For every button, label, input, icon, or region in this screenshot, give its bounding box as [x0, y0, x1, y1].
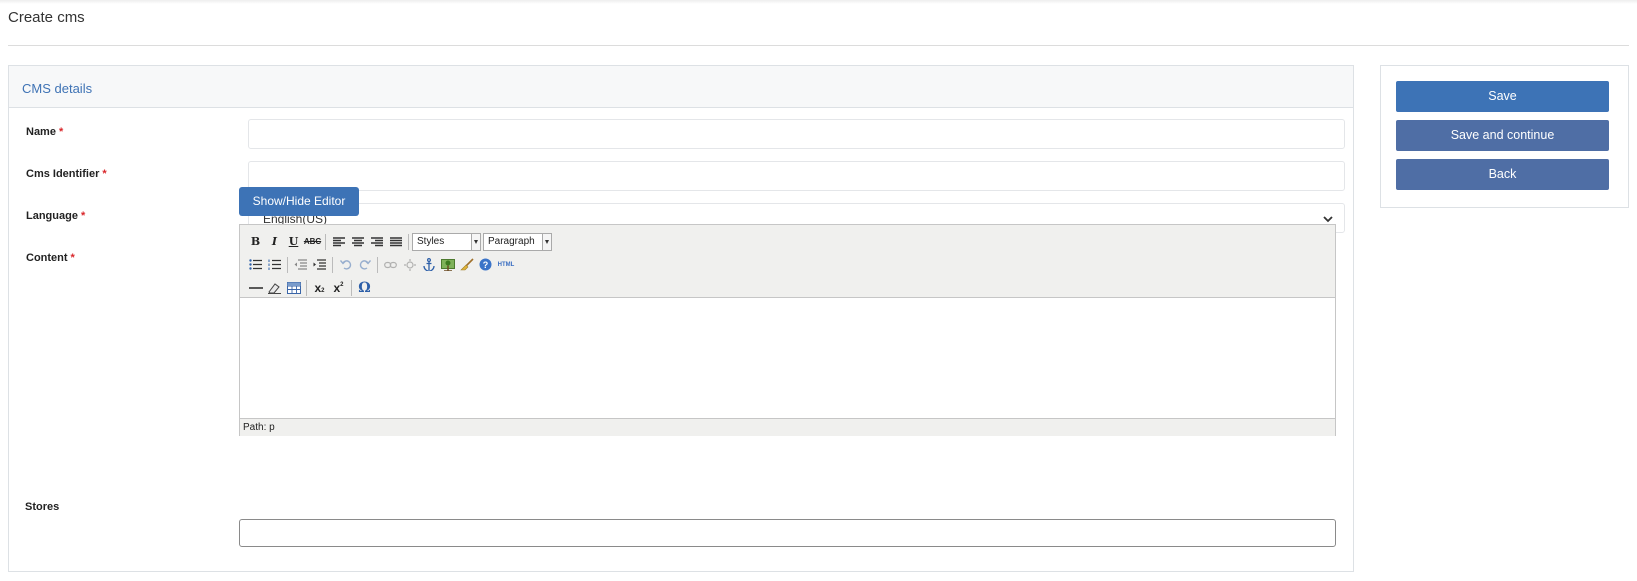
- panel-header: CMS details: [9, 66, 1353, 108]
- required-marker: *: [102, 168, 107, 180]
- special-character-icon[interactable]: Ω: [355, 278, 374, 297]
- format-select[interactable]: Paragraph: [483, 232, 552, 251]
- back-button[interactable]: Back: [1396, 159, 1609, 190]
- strikethrough-icon[interactable]: ABC: [303, 232, 322, 251]
- content-label: Content *: [26, 252, 75, 264]
- page-title: Create cms: [8, 9, 85, 26]
- language-label: Language *: [26, 210, 86, 222]
- toolbar-separator: [306, 279, 307, 296]
- bullet-list-icon[interactable]: [246, 255, 265, 274]
- rich-text-editor: B I U ABC Styles Paragraph ? HTML x 2 x …: [239, 224, 1336, 436]
- required-marker: *: [70, 252, 75, 264]
- toolbar-separator: [408, 233, 409, 250]
- stores-input[interactable]: [239, 519, 1336, 547]
- top-shadow: [0, 0, 1637, 4]
- cms-identifier-input[interactable]: [248, 161, 1345, 191]
- panel-title: CMS details: [22, 81, 93, 96]
- align-left-icon[interactable]: [329, 232, 348, 251]
- align-right-icon[interactable]: [367, 232, 386, 251]
- indent-icon[interactable]: [310, 255, 329, 274]
- help-icon[interactable]: ?: [476, 255, 495, 274]
- save-and-continue-button[interactable]: Save and continue: [1396, 120, 1609, 151]
- unlink-icon[interactable]: [400, 255, 419, 274]
- svg-text:?: ?: [483, 260, 489, 270]
- required-marker: *: [80, 210, 86, 222]
- horizontal-rule-icon[interactable]: [246, 278, 265, 297]
- toolbar-row-2: ? HTML: [246, 253, 1335, 276]
- anchor-icon[interactable]: [419, 255, 438, 274]
- editor-status-bar: Path: p: [240, 418, 1335, 436]
- name-label: Name *: [26, 126, 64, 138]
- remove-format-icon[interactable]: [265, 278, 284, 297]
- editor-content-area[interactable]: [240, 298, 1335, 418]
- cleanup-icon[interactable]: [457, 255, 476, 274]
- undo-icon[interactable]: [336, 255, 355, 274]
- show-hide-editor-button[interactable]: Show/Hide Editor: [239, 187, 359, 216]
- actions-panel: Save Save and continue Back: [1380, 65, 1629, 208]
- image-icon[interactable]: [438, 255, 457, 274]
- numbered-list-icon[interactable]: [265, 255, 284, 274]
- italic-icon[interactable]: I: [265, 232, 284, 251]
- save-button[interactable]: Save: [1396, 81, 1609, 112]
- html-source-icon[interactable]: HTML: [495, 255, 517, 274]
- name-input[interactable]: [248, 119, 1345, 149]
- toolbar-row-3: x2 x2 Ω: [246, 276, 1335, 299]
- subscript-icon[interactable]: x2: [310, 278, 329, 297]
- editor-toolbar: B I U ABC Styles Paragraph ? HTML x 2 x …: [240, 225, 1335, 298]
- superscript-icon[interactable]: x2: [329, 278, 348, 297]
- styles-select[interactable]: Styles: [412, 232, 481, 251]
- stores-label: Stores: [25, 501, 60, 513]
- link-icon[interactable]: [381, 255, 400, 274]
- outdent-icon[interactable]: [291, 255, 310, 274]
- cms-identifier-label: Cms Identifier *: [26, 168, 107, 180]
- visual-aid-icon[interactable]: [284, 278, 303, 297]
- redo-icon[interactable]: [355, 255, 374, 274]
- toolbar-separator: [332, 256, 333, 273]
- align-center-icon[interactable]: [348, 232, 367, 251]
- required-marker: *: [58, 126, 64, 138]
- toolbar-separator: [287, 256, 288, 273]
- element-path: Path: p: [243, 422, 275, 433]
- toolbar-row-1: B I U ABC Styles Paragraph: [246, 230, 1335, 253]
- dropdown-arrow-icon: [542, 233, 551, 250]
- toolbar-separator: [351, 279, 352, 296]
- toolbar-separator: [377, 256, 378, 273]
- dropdown-arrow-icon: [471, 233, 480, 250]
- toolbar-separator: [325, 233, 326, 250]
- bold-icon[interactable]: B: [246, 232, 265, 251]
- align-justify-icon[interactable]: [386, 232, 405, 251]
- title-divider: [8, 45, 1629, 46]
- underline-icon[interactable]: U: [284, 232, 303, 251]
